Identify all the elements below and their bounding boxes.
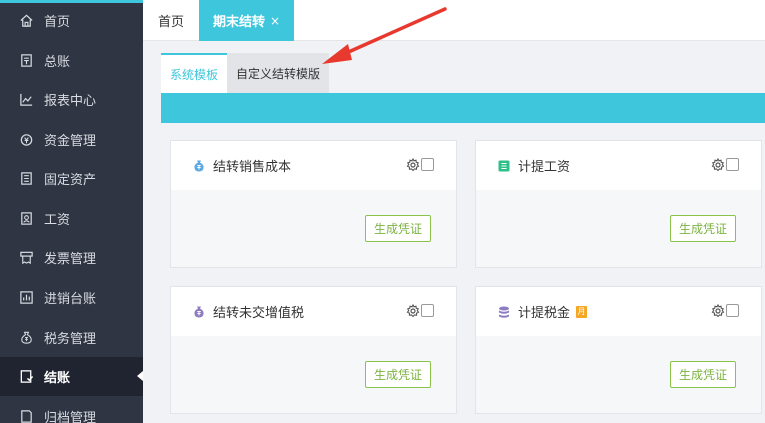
template-card: 结转销售成本 生成凭证 (170, 140, 457, 268)
sidebar-item-closing[interactable]: 结账 (0, 357, 143, 396)
sidebar-item-label: 首页 (44, 15, 71, 30)
money-bag-icon (192, 159, 206, 173)
card-checkbox[interactable] (726, 304, 739, 317)
sidebar-item-label: 报表中心 (44, 94, 97, 109)
monthly-badge: 月 (576, 305, 588, 318)
sidebar-item-home[interactable]: 首页 (0, 1, 143, 40)
sidebar-item-fixed-assets[interactable]: 固定资产 (0, 159, 143, 198)
sidebar-item-invoices[interactable]: 发票管理 (0, 238, 143, 277)
gear-icon[interactable] (406, 303, 420, 318)
report-chart-icon (18, 92, 34, 108)
main-content: 系统模板 自定义结转模版 结转销售成本 生成凭证 计提工资 生成凭证 结转未交增… (143, 41, 765, 423)
tax-bag-icon (192, 305, 206, 319)
sidebar-item-label: 资金管理 (44, 134, 97, 149)
card-header: 计提税金 月 (476, 287, 761, 336)
sidebar-item-label: 税务管理 (44, 332, 97, 347)
sidebar: 首页 总账 报表中心 资金管理 固定资产 工资 发票管理 进销台账 税务管理 结… (0, 0, 143, 423)
tab-label: 期末结转 (212, 15, 265, 30)
sidebar-item-ledger[interactable]: 总账 (0, 41, 143, 80)
generate-voucher-button[interactable]: 生成凭证 (365, 215, 431, 242)
card-header: 计提工资 (476, 141, 761, 190)
template-subtabs: 系统模板 自定义结转模版 (161, 53, 330, 93)
inventory-icon (18, 290, 34, 306)
gear-icon[interactable] (406, 157, 420, 172)
asset-icon (18, 171, 34, 187)
template-card: 计提税金 月 生成凭证 (475, 286, 762, 414)
tab-label: 首页 (157, 15, 184, 30)
generate-voucher-button[interactable]: 生成凭证 (670, 215, 736, 242)
sidebar-item-salary[interactable]: 工资 (0, 199, 143, 238)
invoice-icon (18, 250, 34, 266)
sidebar-item-label: 工资 (44, 213, 71, 228)
closing-icon (18, 369, 34, 385)
sidebar-item-reports[interactable]: 报表中心 (0, 80, 143, 119)
card-title: 计提税金 (518, 306, 571, 321)
card-title: 结转销售成本 (213, 160, 292, 175)
ledger-icon (18, 53, 34, 69)
card-checkbox[interactable] (421, 158, 434, 171)
subtab-custom-template[interactable]: 自定义结转模版 (227, 53, 330, 93)
sidebar-item-label: 结账 (44, 371, 71, 386)
sidebar-item-label: 总账 (44, 55, 71, 70)
card-header: 结转销售成本 (171, 141, 456, 190)
sidebar-item-label: 固定资产 (44, 173, 97, 188)
subtab-label: 系统模板 (170, 67, 219, 82)
header-band (161, 93, 765, 123)
home-icon (18, 13, 34, 29)
sidebar-item-archive[interactable]: 归档管理 (0, 397, 143, 423)
sidebar-item-label: 发票管理 (44, 252, 97, 267)
salary-icon (18, 211, 34, 227)
archive-icon (18, 409, 34, 423)
sidebar-item-funds[interactable]: 资金管理 (0, 120, 143, 159)
card-title: 计提工资 (518, 160, 571, 175)
card-checkbox[interactable] (421, 304, 434, 317)
subtab-label: 自定义结转模版 (236, 66, 321, 81)
sidebar-item-inventory[interactable]: 进销台账 (0, 278, 143, 317)
template-card: 结转未交增值税 生成凭证 (170, 286, 457, 414)
coins-icon (497, 305, 511, 319)
card-header: 结转未交增值税 (171, 287, 456, 336)
tab-period-end-transfer[interactable]: 期末结转 × (199, 0, 294, 41)
card-title: 结转未交增值税 (213, 306, 305, 321)
gear-icon[interactable] (711, 303, 725, 318)
top-tab-bar: 首页 期末结转 × (143, 0, 765, 41)
sidebar-item-tax[interactable]: 税务管理 (0, 318, 143, 357)
close-icon[interactable]: × (270, 14, 280, 28)
subtab-system-template[interactable]: 系统模板 (161, 53, 228, 93)
salary-card-icon (497, 159, 511, 173)
sidebar-item-label: 进销台账 (44, 292, 97, 307)
card-checkbox[interactable] (726, 158, 739, 171)
sidebar-item-label: 归档管理 (44, 411, 97, 423)
generate-voucher-button[interactable]: 生成凭证 (365, 361, 431, 388)
money-icon (18, 132, 34, 148)
tab-home[interactable]: 首页 (143, 0, 199, 41)
template-card: 计提工资 生成凭证 (475, 140, 762, 268)
tax-icon (18, 330, 34, 346)
generate-voucher-button[interactable]: 生成凭证 (670, 361, 736, 388)
gear-icon[interactable] (711, 157, 725, 172)
